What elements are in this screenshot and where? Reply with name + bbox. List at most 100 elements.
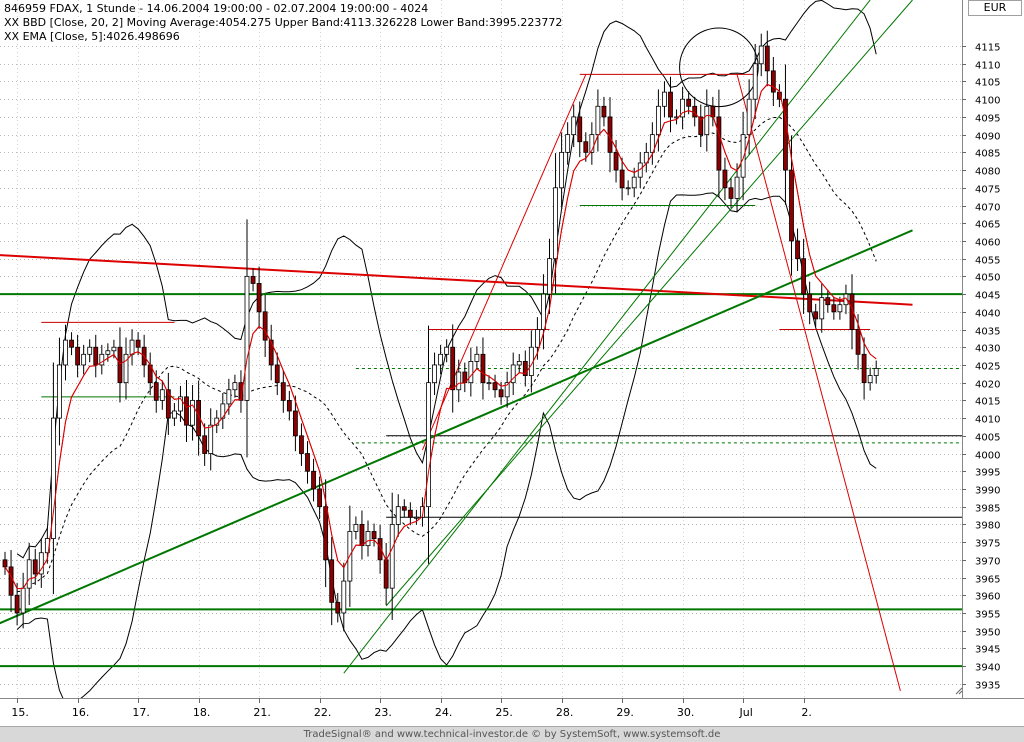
candle-body [480,353,486,384]
candle-body [631,176,637,189]
time-tick-label: 30. [677,706,695,719]
candle-body [208,424,214,454]
candles [2,30,879,632]
time-tick-label: 17. [132,706,150,719]
price-tick-label: 3990 [975,486,1000,497]
candle-body [383,559,389,589]
time-tick-label: Jul [738,706,752,719]
candle-body [57,364,62,419]
price-tick-label: 4060 [975,238,1000,249]
candle-body [329,559,335,603]
candle-body [559,151,564,189]
price-tick-label: 4015 [975,397,1000,408]
price-tick-label: 4110 [975,61,1000,72]
candle-body [807,293,813,313]
candle-body [311,470,316,490]
candle-body [571,116,577,136]
price-chart: 3935 3940 3945 3950 3955 3960 3965 3970 3975 3980… [0,0,1024,719]
price-tick-label: 4030 [975,344,1000,355]
candle-body [93,346,99,366]
price-tick-label: 3950 [975,628,1000,639]
price-tick-label: 3940 [975,663,1000,674]
copyright-footer: TradeSignal® and www.technical-investor.… [0,726,1024,742]
candle-body [20,587,26,614]
candle-body [69,339,74,348]
time-tick-label: 29. [616,706,634,719]
candle-body [105,350,111,355]
candle-body [371,531,377,539]
candle-body [825,297,831,306]
candle-body [14,594,20,614]
price-tick-label: 4050 [975,273,1000,284]
candle-body [492,382,498,391]
trend-line [0,229,913,625]
candle-body [129,339,135,355]
candle-body [450,346,456,391]
candle-body [299,435,304,454]
candle-body [740,134,746,178]
time-tick-label: 24. [435,706,453,719]
candle-body [250,275,256,284]
candle-body [704,105,710,136]
candle-body [256,283,262,313]
price-tick-label: 4105 [975,78,1000,89]
candle-body [601,105,607,118]
time-tick-label: 22. [314,706,332,719]
price-tick-label: 4000 [975,451,1000,462]
price-tick-label: 4045 [975,291,1000,302]
candle-body [286,399,292,412]
chart-window: 3935 3940 3945 3950 3955 3960 3965 3970 3975 3980… [0,0,1024,742]
candle-body [746,98,752,136]
candle-body [81,353,87,366]
candle-body [341,580,347,614]
candle-body [583,141,589,153]
time-tick-label: 2. [801,706,812,719]
candle-body [8,566,14,596]
price-tick-label: 4095 [975,114,1000,125]
candle-body [468,361,474,384]
candle-body [262,311,268,341]
candle-body [795,240,800,260]
candle-body [516,361,522,366]
price-tick-label: 3980 [975,521,1000,532]
price-tick-label: 3985 [975,504,1000,515]
candle-body [389,523,395,589]
price-tick-label: 4080 [975,167,1000,178]
candle-body [873,368,879,376]
candle-body [553,187,558,260]
candle-body [226,389,232,405]
price-tick-label: 4100 [975,96,1000,107]
candle-body [190,399,195,426]
candle-body [268,339,274,366]
resize-grip-icon [955,687,963,695]
price-tick-label: 4040 [975,309,1000,320]
candle-body [577,116,583,143]
candle-body [413,516,419,519]
candle-body [831,304,837,313]
legend-line-ema: XX EMA [Close, 5]:4026.498696 [4,30,180,43]
bollinger-lower-band [16,192,877,698]
price-tick-label: 3960 [975,592,1000,603]
candle-body [202,435,208,454]
candle-body [153,382,159,401]
candle-body [32,559,38,575]
time-tick-label: 16. [72,706,90,719]
price-tick-label: 4035 [975,327,1000,338]
candle-body [75,346,80,366]
price-tick-label: 4025 [975,362,1000,373]
candle-body [117,346,123,384]
candle-body [867,375,873,384]
candle-body [764,45,770,72]
candle-body [317,488,323,508]
candle-body [26,559,32,589]
price-tick-label: 4070 [975,203,1000,214]
candle-body [401,506,407,511]
candle-body [426,382,431,508]
candle-body [353,523,359,532]
time-tick-label: 25. [495,706,513,719]
time-axis-labels: 15. 16. 17. 18. 21. 22. 23. 24. 25. 28. 29. 30. Jul 2… [11,698,812,719]
legend-line-bollinger: XX BBD [Close, 20, 2] Moving Average:405… [4,16,563,29]
candle-body [855,329,861,355]
candle-body [232,382,238,391]
candle-body [171,410,177,419]
